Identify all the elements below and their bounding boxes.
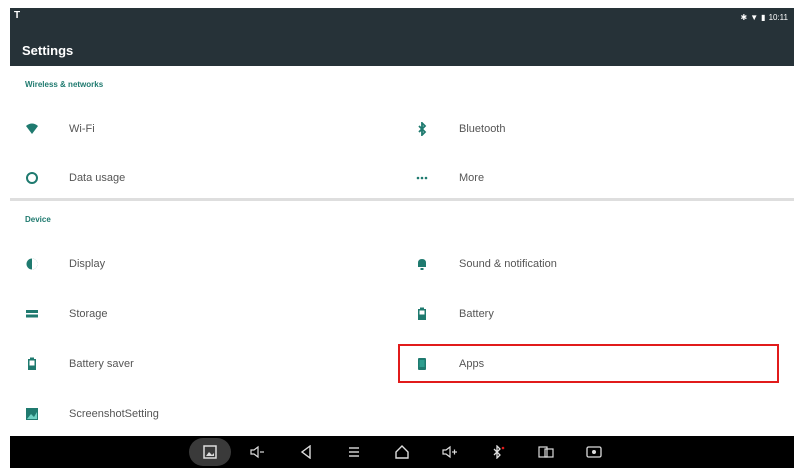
wifi-status-icon: ▼ xyxy=(750,13,759,22)
bell-icon xyxy=(415,257,429,271)
settings-item-battery-saver[interactable]: Battery saver xyxy=(25,344,395,384)
volume-up-icon[interactable] xyxy=(426,436,474,468)
status-icons: ✱ ▼ ▮ 10:11 xyxy=(741,13,788,22)
settings-item-more[interactable]: More xyxy=(415,158,785,198)
settings-item-label: Battery saver xyxy=(69,358,134,370)
clock: 10:11 xyxy=(768,13,788,22)
settings-item-label: Storage xyxy=(69,308,108,320)
recent-apps-icon[interactable] xyxy=(522,436,570,468)
app-bar: Settings xyxy=(10,30,794,66)
section-header-device: Device xyxy=(25,215,51,224)
settings-item-sound[interactable]: Sound & notification xyxy=(415,244,785,284)
status-bar: T ✱ ▼ ▮ 10:11 xyxy=(10,8,794,30)
settings-item-storage[interactable]: Storage xyxy=(25,294,395,334)
settings-item-display[interactable]: Display xyxy=(25,244,395,284)
settings-item-label: Bluetooth xyxy=(459,123,506,135)
settings-item-screenshot[interactable]: ScreenshotSetting xyxy=(25,394,395,434)
volume-down-icon[interactable] xyxy=(234,436,282,468)
battery-status-icon: ▮ xyxy=(761,13,766,22)
settings-item-label: ScreenshotSetting xyxy=(69,408,159,420)
settings-item-label: Display xyxy=(69,258,106,270)
bluetooth-nav-icon[interactable] xyxy=(474,436,522,468)
settings-item-label: Sound & notification xyxy=(459,258,557,270)
battery-saver-icon xyxy=(25,357,39,371)
apps-icon xyxy=(415,357,429,371)
settings-item-battery[interactable]: Battery xyxy=(415,294,785,334)
menu-icon[interactable] xyxy=(330,436,378,468)
settings-item-data-usage[interactable]: Data usage xyxy=(25,158,395,198)
screenshot-nav-icon[interactable] xyxy=(189,438,231,466)
display-icon xyxy=(25,257,39,271)
storage-icon xyxy=(25,307,39,321)
settings-item-apps[interactable]: Apps xyxy=(415,344,785,384)
settings-item-wifi[interactable]: Wi-Fi xyxy=(25,109,395,149)
settings-item-label: Apps xyxy=(459,358,485,370)
wireless-section: Wireless & networks Wi-Fi Bluetooth Data… xyxy=(10,66,794,198)
settings-item-bluetooth[interactable]: Bluetooth xyxy=(415,109,785,149)
battery-icon xyxy=(415,307,429,321)
bluetooth-status-icon: ✱ xyxy=(740,13,748,22)
screenshot-icon xyxy=(25,407,39,421)
status-indicator: T xyxy=(14,10,21,21)
home-icon[interactable] xyxy=(378,436,426,468)
device-section: Device Display Sound & notification Stor… xyxy=(10,201,794,436)
settings-item-label: Data usage xyxy=(69,172,126,184)
wifi-icon xyxy=(25,122,39,136)
more-icon xyxy=(415,171,429,185)
system-nav-bar xyxy=(10,436,794,468)
settings-item-label: Battery xyxy=(459,308,494,320)
screen-record-icon[interactable] xyxy=(570,436,618,468)
settings-item-label: Wi-Fi xyxy=(69,123,95,135)
back-icon[interactable] xyxy=(282,436,330,468)
data-usage-icon xyxy=(25,171,39,185)
page-title: Settings xyxy=(22,43,74,58)
section-header-wireless: Wireless & networks xyxy=(25,80,104,89)
device-screen: T ✱ ▼ ▮ 10:11 Settings Wireless & networ… xyxy=(10,8,794,468)
settings-item-label: More xyxy=(459,172,485,184)
bluetooth-icon xyxy=(415,120,429,138)
